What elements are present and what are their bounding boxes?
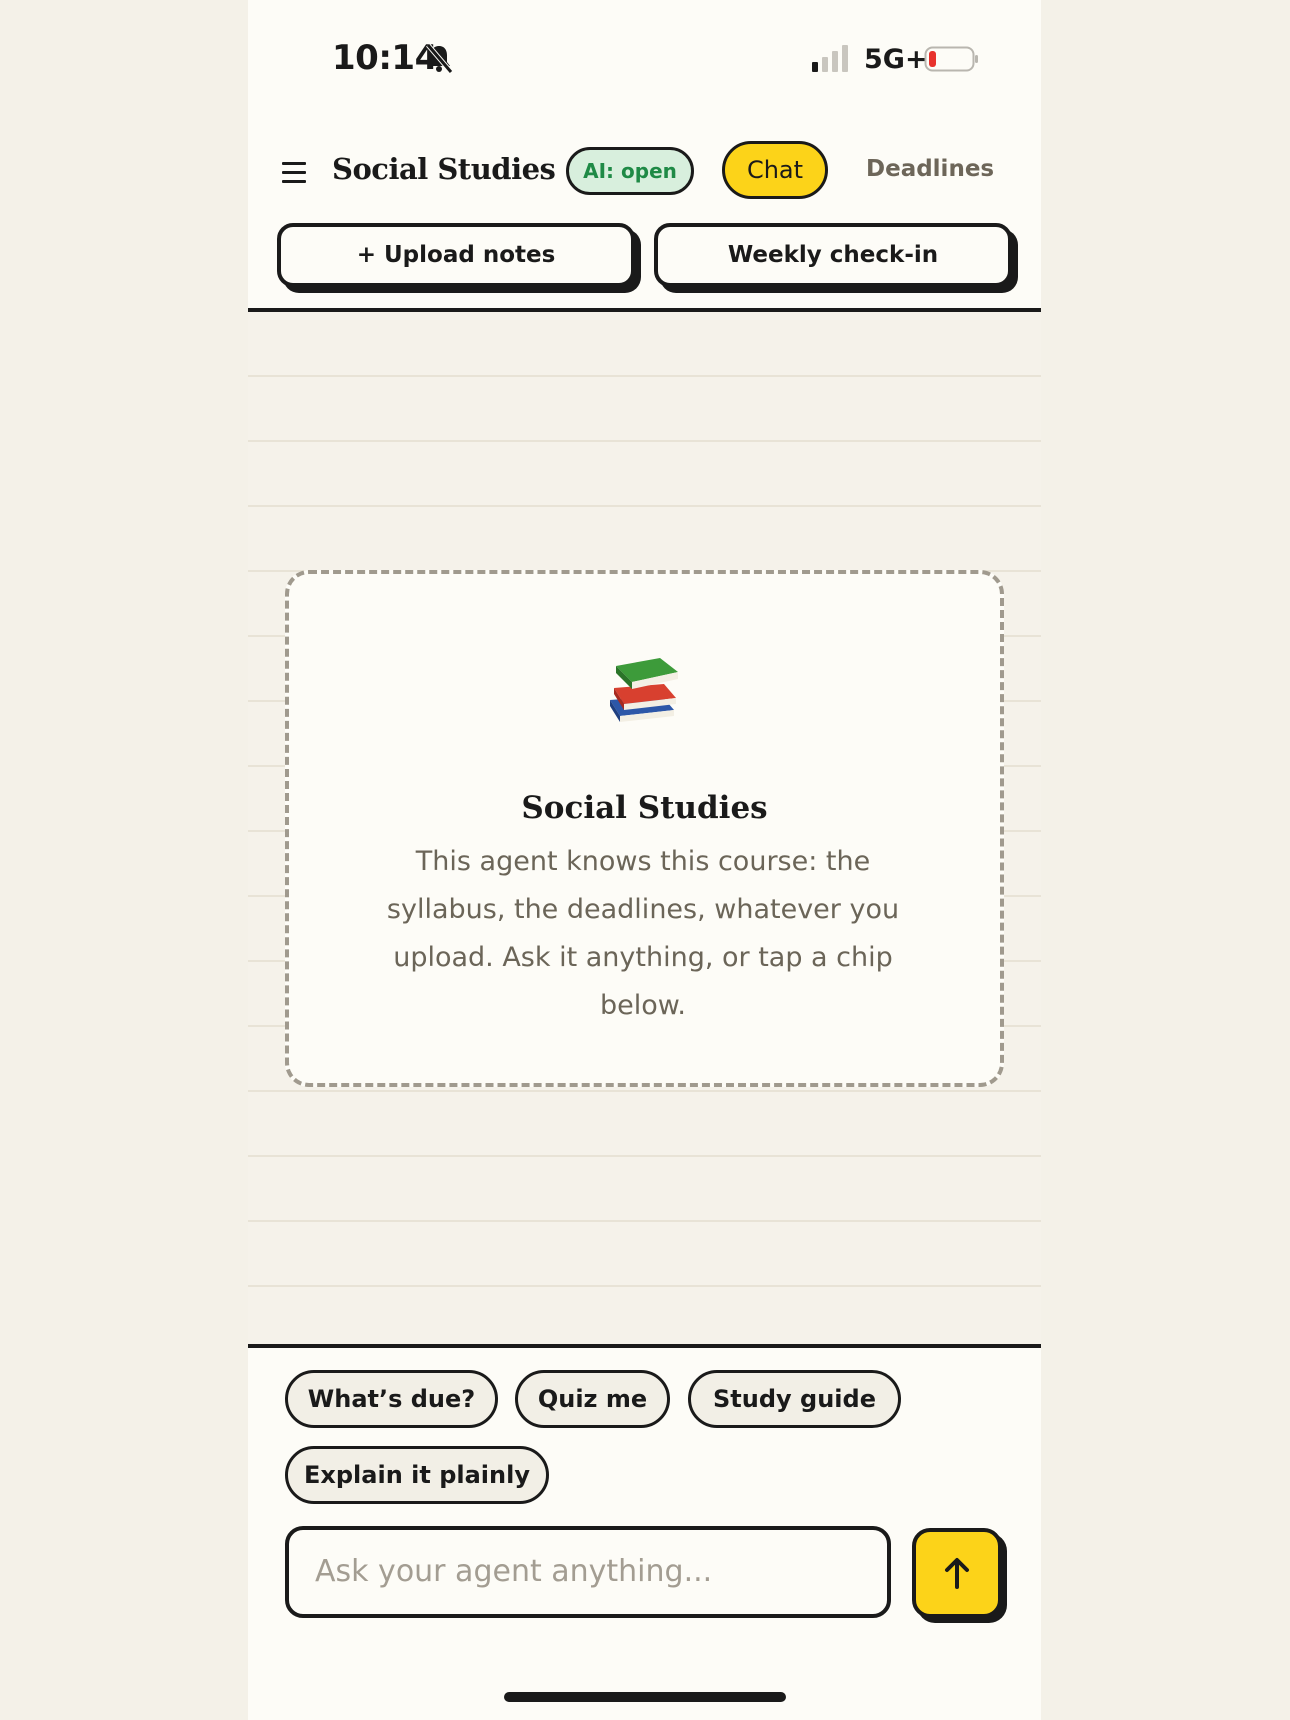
- tab-chat[interactable]: Chat: [722, 141, 828, 199]
- chip-whats-due[interactable]: What’s due?: [285, 1370, 498, 1428]
- course-title: Social Studies: [332, 152, 556, 186]
- hamburger-icon[interactable]: [282, 162, 306, 184]
- chip-quiz-me[interactable]: Quiz me: [515, 1370, 670, 1428]
- phone-screen: 10:14 5G+ Social Studies AI: open Chat D…: [248, 0, 1041, 1720]
- empty-state-title: Social Studies: [521, 790, 768, 826]
- empty-state-body: This agent knows this course: the syllab…: [386, 846, 900, 1021]
- tab-deadlines[interactable]: Deadlines: [866, 156, 994, 182]
- weekly-check-in-button[interactable]: Weekly check-in: [654, 223, 1012, 287]
- status-time: 10:14: [332, 38, 438, 78]
- send-button[interactable]: [912, 1528, 1002, 1618]
- books-icon: [610, 658, 678, 722]
- network-label: 5G+: [864, 44, 928, 75]
- battery-icon: [924, 46, 978, 72]
- home-indicator[interactable]: [504, 1692, 786, 1702]
- chip-explain-plainly[interactable]: Explain it plainly: [285, 1446, 549, 1504]
- arrow-up-icon: [945, 1558, 969, 1589]
- chip-study-guide[interactable]: Study guide: [688, 1370, 901, 1428]
- message-input[interactable]: Ask your agent anything...: [285, 1526, 891, 1618]
- ai-status-badge: AI: open: [566, 147, 694, 195]
- signal-icon: [812, 45, 848, 72]
- bell-slash-icon: [426, 43, 453, 74]
- upload-notes-button[interactable]: + Upload notes: [277, 223, 635, 287]
- composer-divider: [248, 1344, 1041, 1348]
